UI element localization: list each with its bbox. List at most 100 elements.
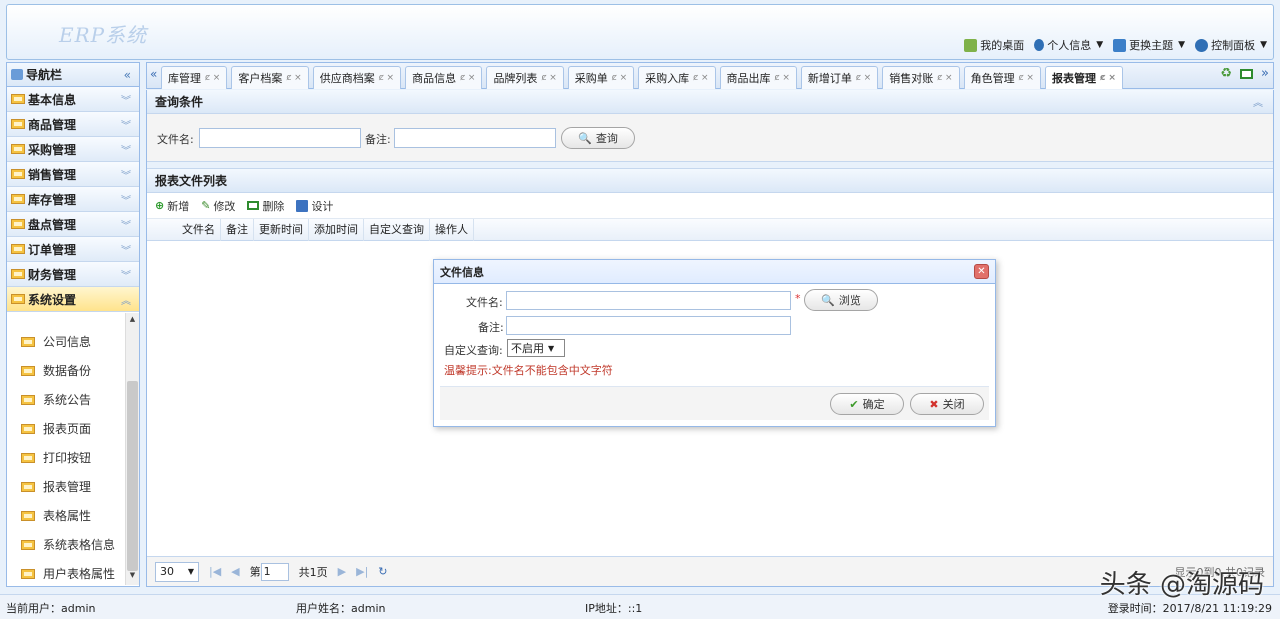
query-form: 文件名: 备注: 🔍 查询	[147, 114, 1273, 162]
design-button[interactable]: 设计	[296, 198, 333, 214]
sidebar: 导航栏 « 基本信息 ︾ 商品管理 ︾ 采购管理 ︾ 销售管理 ︾ 库存管理 ︾ 盘点管理…	[6, 62, 140, 587]
grid-column-header[interactable]: 文件名	[177, 218, 221, 241]
query-remark-input[interactable]	[394, 128, 556, 148]
dialog-remark-input[interactable]	[506, 316, 791, 335]
grid-column-header[interactable]: 更新时间	[254, 218, 309, 241]
scroll-thumb[interactable]	[127, 381, 138, 571]
sidebar-scrollbar[interactable]: ▲ ▼	[125, 313, 139, 585]
tab-close-icon[interactable]: ȼ ×	[856, 73, 871, 83]
search-button[interactable]: 🔍 查询	[561, 127, 635, 149]
sidebar-item-print-button[interactable]: 打印按钮	[7, 443, 139, 472]
tab-close-icon[interactable]: ȼ ×	[1019, 73, 1034, 83]
grid-column-header[interactable]: 备注	[221, 218, 254, 241]
minimize-icon[interactable]	[1240, 68, 1254, 79]
page-size-select[interactable]: 30 ▼	[155, 561, 199, 582]
section-label: 库存管理	[28, 192, 77, 207]
header: ERP系统 我的桌面 个人信息 ▼ 更换主题 ▼ 控制面板 ▼	[6, 4, 1274, 60]
sidebar-item-report-manage[interactable]: 报表管理	[7, 472, 139, 501]
sidebar-item-table-attr[interactable]: 表格属性	[7, 501, 139, 530]
tab-close-icon[interactable]: ȼ ×	[541, 73, 556, 83]
tab-label: 采购单	[574, 72, 608, 85]
tab-item[interactable]: 销售对账 ȼ ×	[882, 66, 960, 89]
tab-close-icon[interactable]: ȼ ×	[379, 73, 394, 83]
sidebar-item-label: 系统公告	[43, 393, 92, 407]
delete-button[interactable]: 删除	[247, 198, 284, 214]
tab-item[interactable]: 客户档案 ȼ ×	[231, 66, 309, 89]
sidebar-section-purchase[interactable]: 采购管理 ︾	[7, 137, 139, 162]
tab-item[interactable]: 库管理 ȼ ×	[161, 66, 228, 89]
prev-page-icon[interactable]: ◀	[231, 565, 239, 578]
sidebar-section-finance[interactable]: 财务管理 ︾	[7, 262, 139, 287]
sidebar-section-orders[interactable]: 订单管理 ︾	[7, 237, 139, 262]
grid-column-header[interactable]: 添加时间	[309, 218, 364, 241]
sidebar-item-notice[interactable]: 系统公告	[7, 385, 139, 414]
browse-button[interactable]: 🔍 浏览	[804, 289, 878, 311]
tab-close-icon[interactable]: ȼ ×	[612, 73, 627, 83]
tab-close-icon[interactable]: ȼ ×	[286, 73, 301, 83]
custom-query-select[interactable]: 不启用 ▼	[507, 339, 565, 357]
tab-item[interactable]: 采购入库 ȼ ×	[638, 66, 716, 89]
folder-icon	[21, 452, 35, 463]
sidebar-item-label: 公司信息	[43, 335, 92, 349]
scroll-down-icon[interactable]: ▼	[126, 571, 139, 583]
collapse-sidebar-icon[interactable]: «	[124, 68, 131, 82]
browse-button-label: 浏览	[838, 294, 861, 307]
add-label: 新增	[167, 199, 190, 213]
grid-header: 文件名 备注 更新时间 添加时间 自定义查询 操作人	[147, 218, 1273, 241]
sidebar-item-report-page[interactable]: 报表页面	[7, 414, 139, 443]
page-number-input[interactable]: 1	[260, 562, 289, 581]
tab-close-icon[interactable]: ȼ ×	[937, 73, 952, 83]
tab-item[interactable]: 报表管理 ȼ ×	[1044, 66, 1123, 89]
tab-item[interactable]: 品牌列表 ȼ ×	[486, 66, 564, 89]
close-button[interactable]: ✖ 关闭	[910, 393, 984, 415]
sidebar-item-backup[interactable]: 数据备份	[7, 356, 139, 385]
theme-menu[interactable]: 更换主题 ▼	[1113, 37, 1185, 53]
query-filename-input[interactable]	[199, 128, 361, 148]
sidebar-section-inventory[interactable]: 库存管理 ︾	[7, 187, 139, 212]
collapse-panel-icon[interactable]: ︽	[1253, 94, 1263, 109]
section-label: 基本信息	[28, 92, 77, 107]
tab-item[interactable]: 商品信息 ȼ ×	[405, 66, 483, 89]
control-panel-menu[interactable]: 控制面板 ▼	[1195, 37, 1267, 53]
scroll-up-icon[interactable]: ▲	[126, 315, 139, 327]
add-button[interactable]: ⊕ 新增	[155, 198, 189, 214]
sidebar-section-goods[interactable]: 商品管理 ︾	[7, 112, 139, 137]
sidebar-section-stocktake[interactable]: 盘点管理 ︾	[7, 212, 139, 237]
first-page-icon[interactable]: |◀	[209, 565, 221, 578]
tab-scroll-right-icon[interactable]: »	[1261, 66, 1269, 81]
tab-item[interactable]: 角色管理 ȼ ×	[963, 66, 1041, 89]
folder-icon	[11, 219, 25, 229]
tab-scroll-left-icon[interactable]: «	[150, 67, 157, 81]
next-page-icon[interactable]: ▶	[338, 565, 346, 578]
tab-item[interactable]: 采购单 ȼ ×	[567, 66, 635, 89]
grid-column-header[interactable]: 自定义查询	[364, 218, 430, 241]
tab-item[interactable]: 新增订单 ȼ ×	[800, 66, 879, 89]
folder-icon	[21, 568, 35, 579]
sidebar-section-basic[interactable]: 基本信息 ︾	[7, 87, 139, 112]
close-icon[interactable]: ✕	[974, 264, 989, 279]
sidebar-section-system[interactable]: 系统设置 ︽	[7, 287, 139, 312]
dialog-footer: ✔ 确定 ✖ 关闭	[440, 386, 989, 420]
reload-icon[interactable]: ↻	[378, 565, 387, 578]
ok-button[interactable]: ✔ 确定	[830, 393, 904, 415]
sidebar-item-company[interactable]: 公司信息	[7, 327, 139, 356]
sidebar-section-sales[interactable]: 销售管理 ︾	[7, 162, 139, 187]
sidebar-item-user-table[interactable]: 用户表格属性	[7, 559, 139, 585]
last-page-icon[interactable]: ▶|	[356, 565, 368, 578]
tab-item[interactable]: 商品出库 ȼ ×	[719, 66, 797, 89]
grid-column-header[interactable]: 操作人	[430, 218, 474, 241]
ip-address: IP地址：::1	[585, 602, 643, 615]
tab-item[interactable]: 供应商档案 ȼ ×	[312, 66, 402, 89]
refresh-icon[interactable]: ♻	[1220, 66, 1232, 81]
tab-close-icon[interactable]: ȼ ×	[1100, 73, 1116, 83]
list-panel-header: 报表文件列表	[147, 169, 1273, 193]
tab-close-icon[interactable]: ȼ ×	[693, 73, 708, 83]
tab-close-icon[interactable]: ȼ ×	[460, 73, 475, 83]
tab-close-icon[interactable]: ȼ ×	[775, 73, 790, 83]
profile-menu[interactable]: 个人信息 ▼	[1034, 37, 1103, 53]
dialog-filename-input[interactable]	[506, 291, 791, 310]
sidebar-item-system-table[interactable]: 系统表格信息	[7, 530, 139, 559]
edit-button[interactable]: ✎ 修改	[201, 198, 235, 214]
tab-close-icon[interactable]: ȼ ×	[205, 73, 220, 83]
desktop-link[interactable]: 我的桌面	[964, 37, 1024, 53]
